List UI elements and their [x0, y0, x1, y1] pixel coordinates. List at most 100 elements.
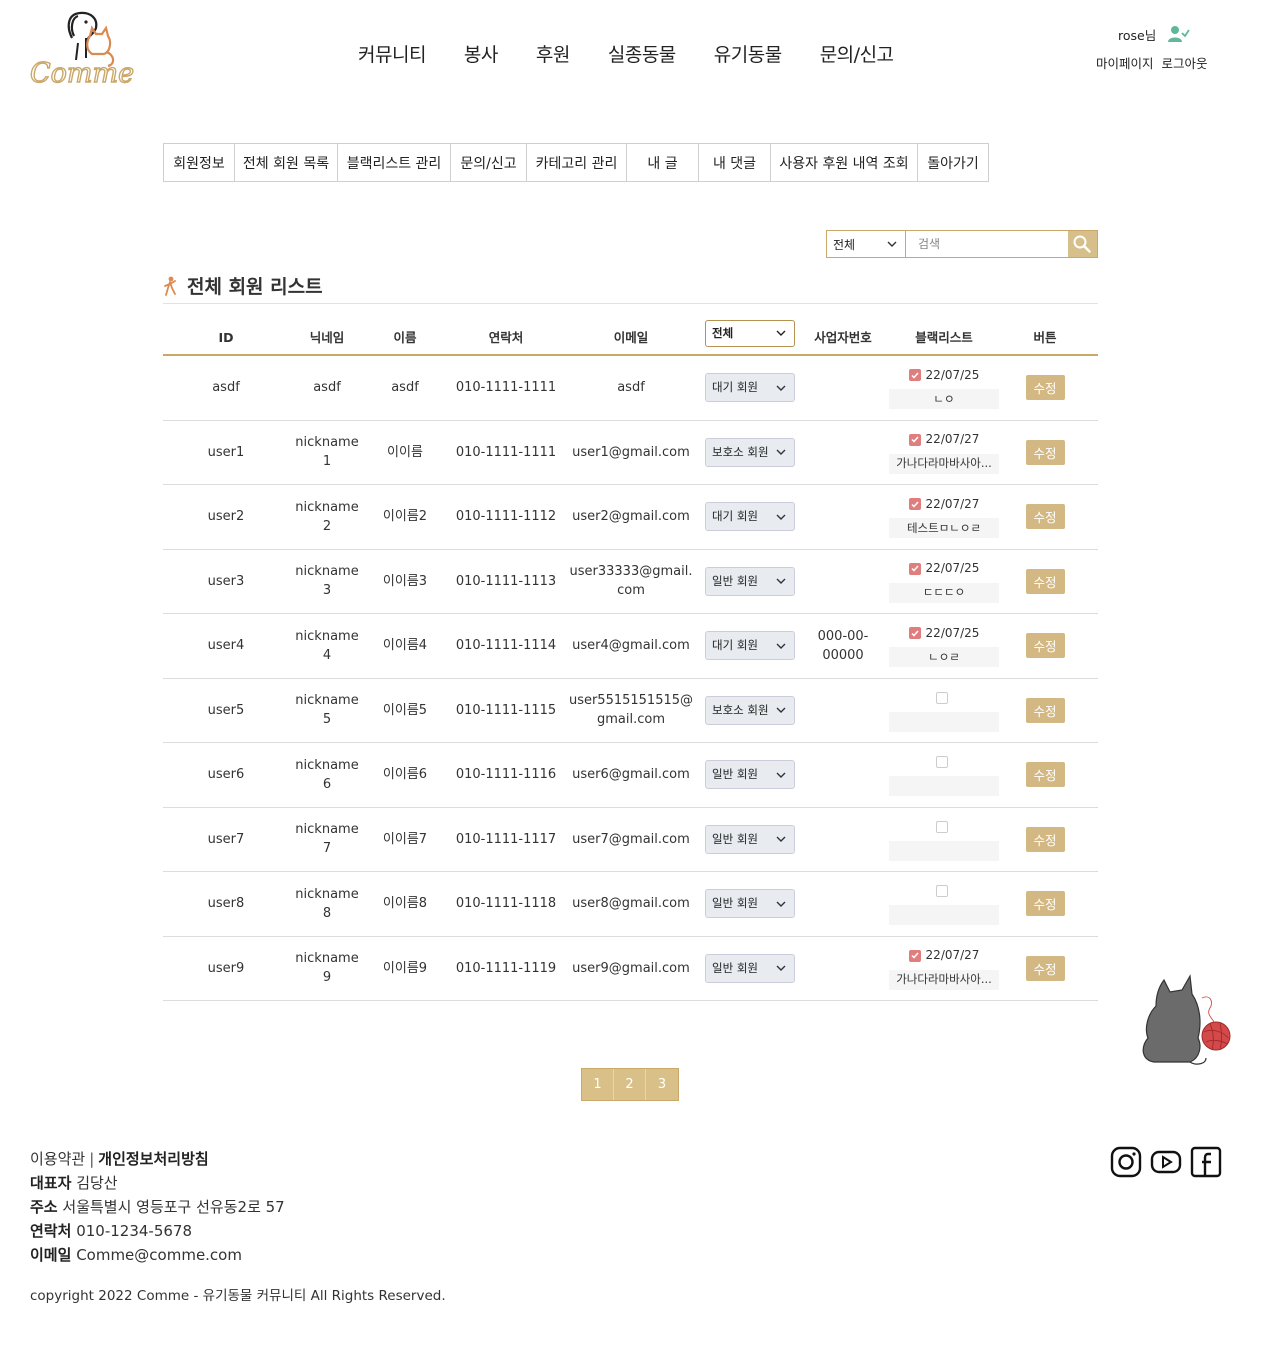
search-filter-select[interactable]: 전체 — [827, 231, 906, 257]
logout-link[interactable]: 로그아웃 — [1162, 53, 1208, 72]
youtube-icon[interactable] — [1150, 1146, 1182, 1178]
tab-donation-history[interactable]: 사용자 후원 내역 조회 — [770, 143, 918, 182]
edit-button[interactable]: 수정 — [1025, 439, 1065, 465]
member-type-value: 일반 회원 — [712, 831, 758, 846]
member-type-select[interactable]: 대기 회원 — [705, 373, 795, 403]
page-2-button[interactable]: 2 — [614, 1069, 646, 1100]
blacklist-checkbox[interactable] — [908, 433, 921, 446]
footer-divider: | — [89, 1150, 95, 1168]
cell-member-type: 일반 회원 — [695, 824, 805, 854]
page-1-button[interactable]: 1 — [582, 1069, 614, 1100]
edit-button[interactable]: 수정 — [1025, 375, 1065, 401]
blacklist-checkbox[interactable] — [935, 885, 948, 898]
tab-blacklist[interactable]: 블랙리스트 관리 — [337, 143, 451, 182]
member-type-select[interactable]: 대기 회원 — [705, 502, 795, 532]
tab-all-members[interactable]: 전체 회원 목록 — [234, 143, 338, 182]
cell-id: user5 — [207, 702, 245, 718]
tab-my-comments[interactable]: 내 댓글 — [698, 143, 771, 182]
cell-nickname-line2: 6 — [322, 776, 332, 792]
user-check-icon[interactable] — [1168, 25, 1190, 43]
search-button[interactable] — [1067, 231, 1097, 257]
blacklist-checkbox[interactable] — [935, 756, 948, 769]
table-row: user9 nickname 9 이이름9 010-1111-1119 user9@gma… — [163, 937, 1098, 1001]
tab-member-info[interactable]: 회원정보 — [163, 143, 235, 182]
table-header: ID 닉네임 이름 연락처 이메일 전체 사업자번호 블랙리스트 버튼 — [163, 319, 1098, 356]
nav-volunteer[interactable]: 봉사 — [464, 40, 498, 67]
member-type-select[interactable]: 일반 회원 — [705, 953, 795, 983]
cell-nickname-line1: nickname — [295, 822, 359, 838]
tab-back[interactable]: 돌아가기 — [917, 143, 989, 182]
cell-button: 수정 — [1007, 633, 1083, 659]
blacklist-checkbox[interactable] — [935, 691, 948, 704]
cell-email: user6@gmail.com — [572, 767, 690, 783]
edit-button[interactable]: 수정 — [1025, 826, 1065, 852]
member-type-select[interactable]: 보호소 회원 — [705, 437, 795, 467]
nav-abandoned-animals[interactable]: 유기동물 — [714, 40, 782, 67]
social-links — [1110, 1146, 1230, 1178]
cell-nickname-line1: nickname — [295, 886, 359, 902]
nav-community[interactable]: 커뮤니티 — [358, 40, 426, 67]
edit-button[interactable]: 수정 — [1025, 955, 1065, 981]
facebook-icon[interactable] — [1190, 1146, 1222, 1178]
edit-button[interactable]: 수정 — [1025, 762, 1065, 788]
member-type-select[interactable]: 일반 회원 — [705, 889, 795, 919]
cell-blacklist: 22/07/25 ㄴㅇㄹ — [881, 624, 1007, 668]
blacklist-memo: ㄴㅇㄹ — [889, 647, 999, 668]
member-type-value: 일반 회원 — [712, 767, 758, 782]
cell-nickname-line2: 3 — [322, 583, 332, 599]
col-button: 버튼 — [1033, 329, 1057, 345]
logo[interactable]: Comme — [28, 8, 138, 88]
table-body: asdf asdf asdf 010-1111-1111 asdf 대기 회원 22/07/… — [163, 356, 1098, 1001]
edit-button[interactable]: 수정 — [1025, 504, 1065, 530]
blacklist-checkbox[interactable] — [908, 562, 921, 575]
member-type-select[interactable]: 일반 회원 — [705, 760, 795, 790]
search-input[interactable] — [905, 231, 1068, 257]
blacklist-checkbox[interactable] — [908, 498, 921, 511]
blacklist-date: 22/07/27 — [925, 496, 980, 511]
cell-member-type: 보호소 회원 — [695, 437, 805, 467]
member-type-filter-select[interactable]: 전체 — [705, 319, 795, 347]
nav-missing-animals[interactable]: 실종동물 — [608, 40, 676, 67]
blacklist-checkbox[interactable] — [935, 820, 948, 833]
privacy-link[interactable]: 개인정보처리방침 — [98, 1150, 208, 1168]
member-type-select[interactable]: 일반 회원 — [705, 566, 795, 596]
person-walking-icon — [164, 276, 176, 296]
cell-nickname-line2: 2 — [322, 518, 332, 534]
edit-button[interactable]: 수정 — [1025, 633, 1065, 659]
cell-name: 이이름2 — [382, 509, 428, 525]
cell-nickname-line2: 7 — [322, 841, 332, 857]
mypage-link[interactable]: 마이페이지 — [1096, 53, 1154, 72]
edit-button[interactable]: 수정 — [1025, 568, 1065, 594]
blacklist-checkbox[interactable] — [908, 369, 921, 382]
cell-blacklist: 22/07/27 테스트ㅁㄴㅇㄹ — [881, 495, 1007, 539]
cell-nickname-line2: 8 — [322, 905, 332, 921]
blacklist-status — [935, 818, 953, 836]
member-type-select[interactable]: 대기 회원 — [705, 631, 795, 661]
edit-button[interactable]: 수정 — [1025, 891, 1065, 917]
cell-phone: 010-1111-1112 — [455, 509, 557, 525]
tab-category[interactable]: 카테고리 관리 — [526, 143, 627, 182]
cell-nickname-line1: nickname — [295, 951, 359, 967]
member-type-select[interactable]: 일반 회원 — [705, 824, 795, 854]
cell-blacklist — [881, 689, 1007, 732]
check-icon — [911, 952, 919, 959]
instagram-icon[interactable] — [1110, 1146, 1142, 1178]
blacklist-checkbox[interactable] — [908, 627, 921, 640]
nav-donation[interactable]: 후원 — [536, 40, 570, 67]
cell-phone: 010-1111-1117 — [455, 831, 557, 847]
nav-inquiry-report[interactable]: 문의/신고 — [820, 40, 894, 67]
table-row: user6 nickname 6 이이름6 010-1111-1116 user6@gma… — [163, 743, 1098, 808]
page-3-button[interactable]: 3 — [646, 1069, 678, 1100]
cell-nickname-line2: 5 — [322, 712, 332, 728]
cell-button: 수정 — [1007, 697, 1083, 723]
terms-link[interactable]: 이용약관 — [30, 1150, 85, 1168]
edit-button[interactable]: 수정 — [1025, 697, 1065, 723]
table-row: user1 nickname 1 이이름 010-1111-1111 user1@gmai… — [163, 421, 1098, 485]
tab-my-posts[interactable]: 내 글 — [626, 143, 699, 182]
blacklist-checkbox[interactable] — [908, 949, 921, 962]
member-type-select[interactable]: 보호소 회원 — [705, 695, 795, 725]
tab-inquiry-report[interactable]: 문의/신고 — [450, 143, 527, 182]
cell-name: 이이름8 — [382, 896, 428, 912]
pagination: 1 2 3 — [581, 1068, 679, 1101]
cat-with-yarn-icon[interactable] — [1140, 972, 1236, 1066]
